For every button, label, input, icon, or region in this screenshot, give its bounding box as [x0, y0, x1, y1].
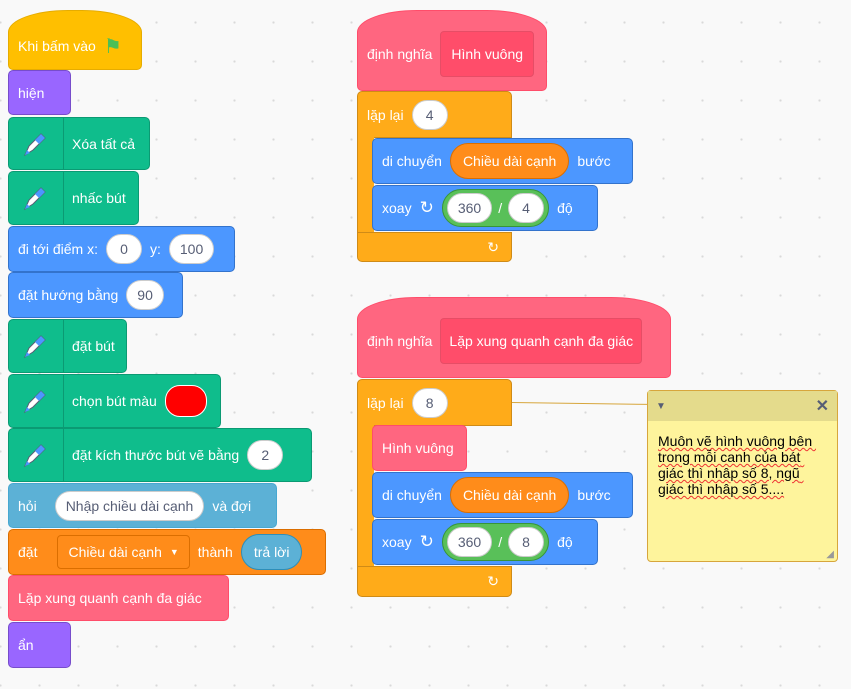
comment-header[interactable]: ▼ ✕ [648, 391, 837, 421]
pen-icon [9, 375, 64, 427]
rotate-right-icon: ↻ [419, 198, 434, 217]
close-icon[interactable]: ✕ [816, 396, 829, 416]
collapse-caret-icon[interactable]: ▼ [656, 401, 666, 412]
pen-icon [9, 172, 64, 224]
block-label: đặt bút [72, 338, 115, 354]
comment-connector [511, 402, 648, 405]
rotate-right-icon: ↻ [419, 532, 434, 551]
block-label: thành [197, 544, 233, 560]
pen-icon [9, 118, 64, 169]
variable-reporter[interactable]: Chiều dài cạnh [449, 143, 570, 179]
block-label: định nghĩa [367, 332, 433, 349]
block-label: bước [577, 487, 611, 503]
divisor-input[interactable]: 8 [508, 527, 545, 557]
operator-label: / [498, 534, 503, 550]
block-label: bước [577, 153, 611, 169]
block-label: đi tới điểm x: [18, 241, 98, 257]
block-label: độ [557, 534, 573, 550]
set-pen-size-block[interactable]: đặt kích thước bút vẽ bằng 2 [8, 428, 312, 482]
set-pen-color-block[interactable]: chọn bút màu [8, 374, 221, 428]
pen-up-block[interactable]: nhấc bút [8, 171, 139, 225]
answer-reporter[interactable]: trả lời [240, 534, 303, 570]
hide-block[interactable]: ẩn [8, 622, 71, 668]
turn-block[interactable]: xoay ↻ 360 / 8 độ [372, 519, 598, 565]
repeat-count-input[interactable]: 4 [411, 99, 448, 130]
block-label: xoay [382, 200, 412, 216]
move-steps-block[interactable]: di chuyển Chiều dài cạnh bước [372, 472, 633, 518]
block-label: lặp lại [367, 394, 404, 411]
block-label: y: [149, 241, 161, 257]
divisor-input[interactable]: 4 [508, 193, 545, 223]
x-input[interactable]: 0 [105, 234, 142, 264]
block-label: chọn bút màu [72, 393, 157, 409]
color-swatch[interactable] [164, 385, 207, 417]
ask-and-wait-block[interactable]: hỏi Nhập chiều dài cạnh và đợi [8, 483, 277, 528]
comment-note[interactable]: ▼ ✕ Muôn vẽ hình vuông bên trong mỗi canh… [647, 390, 838, 562]
clear-block[interactable]: Xóa tất cả [8, 117, 150, 170]
repeat-block[interactable]: lặp lại 8 [357, 379, 512, 426]
repeat-count-input[interactable]: 8 [411, 387, 448, 418]
block-label: di chuyển [382, 487, 442, 503]
repeat-end: ↻ [357, 566, 512, 597]
pen-icon [9, 429, 64, 481]
procedure-name: Lặp xung quanh cạnh đa giác [440, 317, 643, 364]
show-block[interactable]: hiện [8, 70, 71, 115]
block-label: Hình vuông [382, 440, 454, 456]
point-direction-block[interactable]: đặt hướng bằng 90 [8, 272, 183, 318]
size-input[interactable]: 2 [247, 440, 284, 470]
goto-xy-block[interactable]: đi tới điểm x: 0 y: 100 [8, 226, 235, 272]
dropdown-value: Chiều dài cạnh [68, 544, 162, 560]
y-input[interactable]: 100 [168, 234, 215, 264]
call-square-block[interactable]: Hình vuông [372, 425, 467, 471]
block-label: định nghĩa [367, 45, 433, 62]
define-polygon-block[interactable]: định nghĩa Lặp xung quanh cạnh đa giác [357, 297, 671, 378]
hat-label: Khi bấm vào [18, 38, 96, 54]
pen-icon [9, 320, 64, 372]
comment-text[interactable]: Muôn vẽ hình vuông bên trong mỗi canh củ… [648, 421, 837, 509]
dividend-input[interactable]: 360 [446, 193, 493, 223]
block-label: và đợi [212, 497, 252, 514]
block-label: đặt kích thước bút vẽ bằng [72, 447, 240, 463]
loop-arrow-icon: ↻ [487, 238, 499, 255]
turn-block[interactable]: xoay ↻ 360 / 4 độ [372, 185, 598, 231]
set-variable-block[interactable]: đặt Chiều dài cạnh ▼ thành trả lời [8, 529, 326, 575]
block-label: ẩn [18, 637, 34, 653]
variable-reporter[interactable]: Chiều dài cạnh [449, 477, 570, 513]
direction-input[interactable]: 90 [126, 280, 164, 310]
block-label: đặt [18, 544, 38, 560]
operator-label: / [498, 200, 503, 216]
block-label: hiện [18, 84, 45, 101]
move-steps-block[interactable]: di chuyển Chiều dài cạnh bước [372, 138, 633, 184]
divide-operator[interactable]: 360 / 4 [441, 189, 550, 227]
block-label: hỏi [18, 497, 37, 514]
loop-arrow-icon: ↻ [487, 573, 499, 589]
variable-dropdown[interactable]: Chiều dài cạnh ▼ [57, 535, 190, 569]
block-label: Xóa tất cả [72, 135, 136, 152]
green-flag-icon: ⚑ [103, 35, 122, 58]
block-label: đặt hướng bằng [18, 287, 119, 303]
call-polygon-block[interactable]: Lặp xung quanh cạnh đa giác [8, 575, 229, 621]
when-flag-clicked-block[interactable]: Khi bấm vào ⚑ [8, 10, 142, 70]
block-label: di chuyển [382, 153, 442, 169]
block-label: lặp lại [367, 106, 404, 123]
pen-down-block[interactable]: đặt bút [8, 319, 127, 373]
dividend-input[interactable]: 360 [446, 527, 493, 557]
repeat-end: ↻ [357, 232, 512, 262]
block-label: Lặp xung quanh cạnh đa giác [18, 590, 202, 606]
caret-down-icon: ▼ [169, 547, 179, 557]
define-square-block[interactable]: định nghĩa Hình vuông [357, 10, 547, 91]
repeat-block[interactable]: lặp lại 4 [357, 91, 512, 138]
block-label: xoay [382, 534, 412, 550]
block-label: nhấc bút [72, 190, 126, 206]
question-input[interactable]: Nhập chiều dài cạnh [54, 490, 205, 521]
resize-handle-icon[interactable]: ◢ [826, 549, 834, 560]
procedure-name: Hình vuông [440, 30, 535, 77]
divide-operator[interactable]: 360 / 8 [441, 523, 550, 561]
block-label: độ [557, 200, 573, 216]
